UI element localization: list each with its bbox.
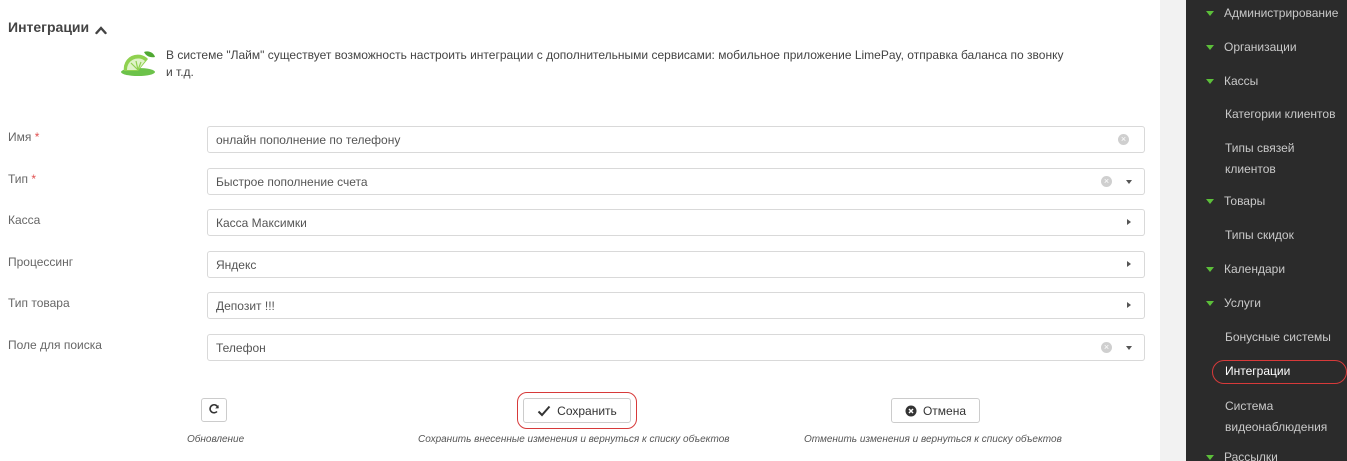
product-type-lookup-value: Депозит !!!	[216, 299, 275, 313]
type-select-value: Быстрое пополнение счета	[216, 175, 368, 189]
sidebar-item-video-surveillance[interactable]: Система видеонаблюдения	[1225, 396, 1345, 438]
search-field-label: Поле для поиска	[8, 338, 102, 352]
sidebar-item-bonus-systems[interactable]: Бонусные системы	[1225, 327, 1345, 348]
save-button-label: Сохранить	[557, 403, 617, 418]
sidebar-group-calendars[interactable]: Календари	[1206, 262, 1285, 276]
page-title: Интеграции	[8, 19, 90, 35]
caret-down-icon[interactable]	[1126, 346, 1132, 350]
intro-description: В системе "Лайм" существует возможность …	[166, 48, 1064, 79]
refresh-button[interactable]	[201, 398, 227, 422]
cashbox-lookup[interactable]: Касса Максимки	[207, 209, 1145, 236]
lime-logo-icon	[118, 49, 158, 77]
sidebar-group-services[interactable]: Услуги	[1206, 296, 1261, 310]
caret-down-icon	[1206, 10, 1214, 16]
clear-icon[interactable]: ×	[1101, 176, 1112, 187]
caret-right-icon[interactable]	[1127, 219, 1131, 225]
checkmark-icon	[537, 405, 551, 417]
save-button[interactable]: Сохранить	[523, 398, 631, 423]
save-caption: Сохранить внесенные изменения и вернутьс…	[418, 434, 730, 445]
sidebar-gutter	[1160, 0, 1186, 461]
required-mark: *	[31, 172, 37, 186]
product-type-lookup[interactable]: Депозит !!!	[207, 292, 1145, 319]
processing-label: Процессинг	[8, 255, 74, 269]
caret-down-icon	[1206, 300, 1214, 306]
cancel-button-label: Отмена	[922, 403, 967, 418]
sidebar-item-client-categories[interactable]: Категории клиентов	[1225, 104, 1345, 125]
sidebar-group-mailings[interactable]: Рассылки	[1206, 450, 1278, 461]
caret-down-icon	[1206, 78, 1214, 84]
sidebar-group-goods[interactable]: Товары	[1206, 194, 1265, 208]
required-mark: *	[34, 130, 40, 144]
search-field-select[interactable]: Телефон ×	[207, 334, 1145, 361]
caret-down-icon[interactable]	[1126, 180, 1132, 184]
cancel-caption: Отменить изменения и вернуться к списку …	[804, 434, 1062, 445]
clear-icon[interactable]: ×	[1101, 342, 1112, 353]
type-select[interactable]: Быстрое пополнение счета ×	[207, 168, 1145, 195]
processing-lookup[interactable]: Яндекс	[207, 251, 1145, 278]
sidebar-group-administration[interactable]: Администрирование	[1206, 6, 1338, 20]
name-field-value: онлайн пополнение по телефону	[216, 133, 401, 147]
sidebar-group-organizations[interactable]: Организации	[1206, 40, 1297, 54]
chevron-up-icon[interactable]	[95, 22, 107, 35]
caret-down-icon	[1206, 44, 1214, 50]
sidebar-group-cashboxes[interactable]: Кассы	[1206, 74, 1258, 88]
sidebar-item-discount-types[interactable]: Типы скидок	[1225, 225, 1345, 246]
x-circle-icon	[905, 405, 917, 417]
type-label: Тип *	[8, 172, 37, 186]
caret-right-icon[interactable]	[1127, 302, 1131, 308]
caret-down-icon	[1206, 198, 1214, 204]
cashbox-lookup-value: Касса Максимки	[216, 216, 307, 230]
processing-lookup-value: Яндекс	[216, 258, 257, 272]
name-label: Имя *	[8, 130, 40, 144]
cashbox-label: Касса	[8, 213, 41, 227]
sidebar-item-client-link-types[interactable]: Типы связей клиентов	[1225, 138, 1345, 180]
product-type-label: Тип товара	[8, 296, 70, 310]
caret-down-icon	[1206, 266, 1214, 272]
sidebar: Администрирование Организации Кассы Кате…	[1186, 0, 1347, 461]
refresh-caption: Обновление	[187, 434, 245, 445]
search-field-select-value: Телефон	[216, 341, 266, 355]
clear-icon[interactable]: ×	[1118, 134, 1129, 145]
integrations-highlight	[1212, 360, 1347, 384]
section-header[interactable]: Интеграции	[8, 19, 107, 35]
caret-right-icon[interactable]	[1127, 261, 1131, 267]
name-field[interactable]: онлайн пополнение по телефону ×	[207, 126, 1145, 153]
refresh-icon	[208, 403, 220, 418]
caret-down-icon	[1206, 454, 1214, 460]
main-content: Интеграции В системе "Лайм" существует в…	[0, 0, 1160, 461]
cancel-button[interactable]: Отмена	[891, 398, 980, 423]
